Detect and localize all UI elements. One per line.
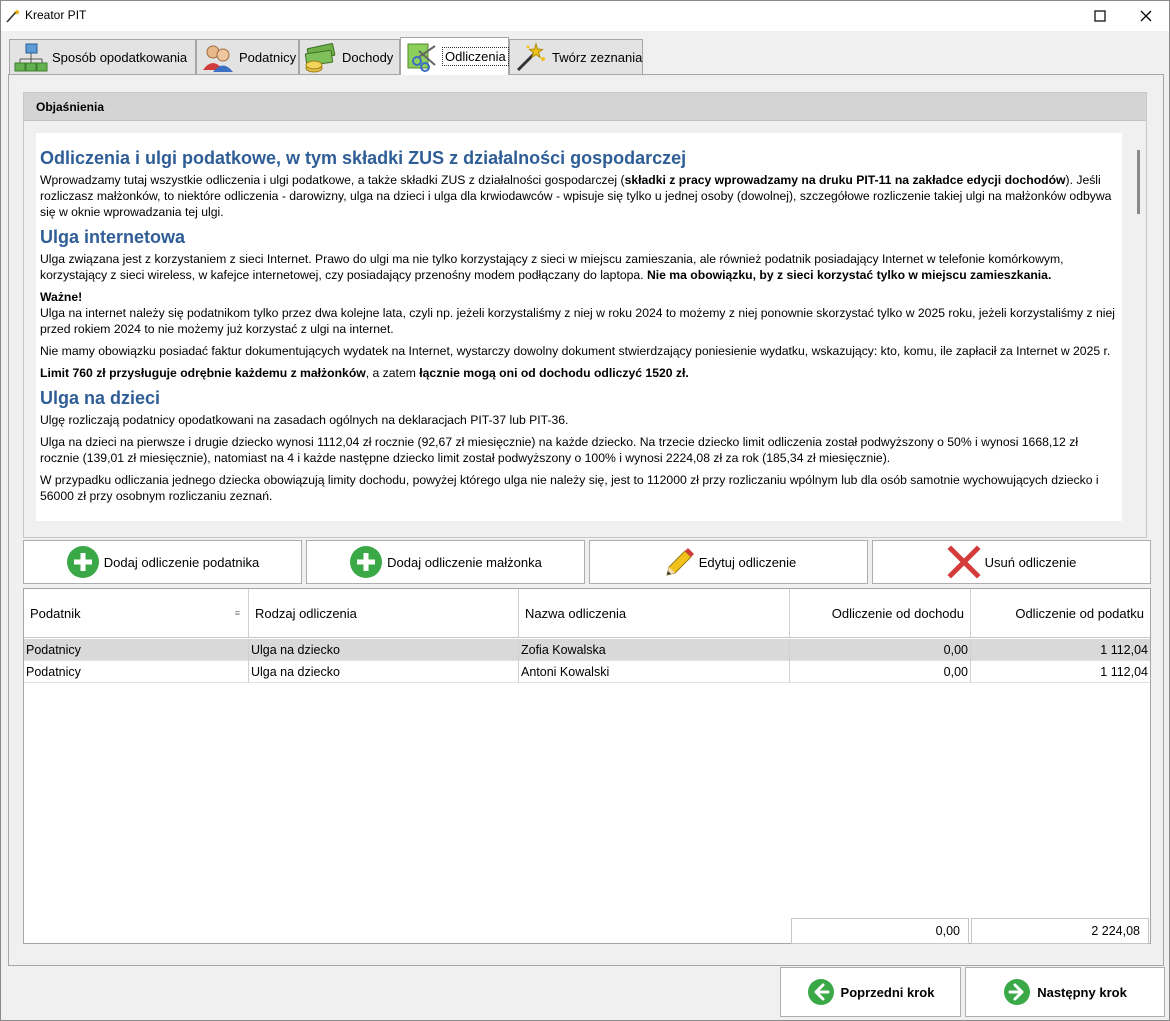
add-spouse-deduction-button[interactable]: Dodaj odliczenie małżonka xyxy=(306,540,585,584)
cell-tax: 1 112,04 xyxy=(1100,643,1148,657)
scissors-icon xyxy=(407,43,436,72)
table-header: Podatnik ≡ Rodzaj odliczenia Nazwa odlic… xyxy=(24,589,1150,638)
plus-icon xyxy=(66,546,99,578)
window-title: Kreator PIT xyxy=(25,8,87,22)
arrow-right-icon xyxy=(1004,979,1031,1005)
deductions-table: Podatnik ≡ Rodzaj odliczenia Nazwa odlic… xyxy=(23,588,1151,944)
pencil-icon xyxy=(666,548,694,576)
cell-income: 0,00 xyxy=(790,661,971,683)
cell-type: Ulga na dziecko xyxy=(249,661,519,683)
section-title: Ulga internetowa xyxy=(40,227,186,247)
magic-wand-icon xyxy=(516,41,545,71)
tab-label: Podatnicy xyxy=(239,50,297,65)
column-header-income[interactable]: Odliczenie od dochodu xyxy=(790,589,971,638)
paragraph: Wprowadzamy tutaj wszystkie odliczenia i… xyxy=(40,173,1112,219)
cell-type: Ulga na dziecko xyxy=(249,639,519,661)
maximize-icon xyxy=(1094,10,1106,22)
cell-taxpayer: Podatnicy xyxy=(24,639,249,661)
button-label: Edytuj odliczenie xyxy=(698,554,797,570)
column-header-name[interactable]: Nazwa odliczenia xyxy=(519,589,790,638)
explanations-box: Objaśnienia Odliczenia i ulgi podatkowe,… xyxy=(23,92,1147,538)
total-income: 0,00 xyxy=(791,918,969,944)
cell-name: Antoni Kowalski xyxy=(519,661,790,683)
button-label: Poprzedni krok xyxy=(840,984,935,1000)
next-step-button[interactable]: Następny krok xyxy=(965,967,1165,1017)
table-row[interactable]: Podatnicy Ulga na dziecko Antoni Kowalsk… xyxy=(24,661,1150,683)
tab-label: Sposób opodatkowania xyxy=(52,50,188,65)
paragraph: Ulga na internet należy się podatnikom t… xyxy=(40,306,1115,336)
users-icon xyxy=(203,45,233,72)
tab-create-returns[interactable]: Twórz zeznania xyxy=(509,39,643,75)
explanations-header: Objaśnienia xyxy=(24,93,1146,121)
close-icon xyxy=(1140,10,1152,22)
tab-label: Twórz zeznania xyxy=(552,50,643,65)
app-window: Kreator PIT Sposób opodatkowania Podatni… xyxy=(0,0,1170,1021)
button-label: Usuń odliczenie xyxy=(984,554,1077,570)
tab-deductions[interactable]: Odliczenia xyxy=(400,37,509,75)
paragraph: Nie mamy obowiązku posiadać faktur dokum… xyxy=(40,344,1111,358)
column-header-tax[interactable]: Odliczenie od podatku xyxy=(971,589,1150,638)
delete-deduction-button[interactable]: Usuń odliczenie xyxy=(872,540,1151,584)
previous-step-button[interactable]: Poprzedni krok xyxy=(780,967,961,1017)
money-icon xyxy=(304,42,336,72)
deductions-panel: Objaśnienia Odliczenia i ulgi podatkowe,… xyxy=(8,74,1164,966)
paragraph: Ulgę rozliczają podatnicy opodatkowani n… xyxy=(40,413,569,427)
section-title: Odliczenia i ulgi podatkowe, w tym skład… xyxy=(40,148,687,168)
tab-income[interactable]: Dochody xyxy=(299,39,400,75)
edit-deduction-button[interactable]: Edytuj odliczenie xyxy=(589,540,868,584)
paragraph: Ulga na dzieci na pierwsze i drugie dzie… xyxy=(40,435,1079,465)
plus-icon xyxy=(350,546,383,578)
explanations-scrollbar[interactable] xyxy=(1137,150,1140,214)
button-label: Dodaj odliczenie małżonka xyxy=(387,554,542,570)
cell-taxpayer: Podatnicy xyxy=(24,661,249,683)
paragraph: Limit 760 zł przysługuje odrębnie każdem… xyxy=(40,366,689,380)
arrow-left-icon xyxy=(807,979,834,1005)
maximize-button[interactable] xyxy=(1077,1,1123,31)
paragraph: W przypadku odliczania jednego dziecka o… xyxy=(40,473,1099,503)
network-icon xyxy=(14,43,48,71)
tab-label: Dochody xyxy=(342,50,394,65)
tab-tax-method[interactable]: Sposób opodatkowania xyxy=(9,39,196,75)
cell-tax: 1 112,04 xyxy=(1100,665,1148,679)
important-label: Ważne! xyxy=(40,290,83,304)
explanations-content[interactable]: Odliczenia i ulgi podatkowe, w tym skład… xyxy=(36,133,1122,521)
title-bar: Kreator PIT xyxy=(1,1,1169,31)
magic-wand-icon xyxy=(6,9,20,23)
sort-icon: ≡ xyxy=(234,608,240,618)
paragraph: Ulga związana jest z korzystaniem z siec… xyxy=(40,252,1064,282)
delete-x-icon xyxy=(947,545,981,579)
tab-label: Odliczenia xyxy=(442,47,509,66)
add-taxpayer-deduction-button[interactable]: Dodaj odliczenie podatnika xyxy=(23,540,302,584)
cell-income: 0,00 xyxy=(790,639,971,661)
action-buttons: Dodaj odliczenie podatnika Dodaj odlicze… xyxy=(23,540,1151,584)
column-header-type[interactable]: Rodzaj odliczenia xyxy=(249,589,519,638)
cell-name: Zofia Kowalska xyxy=(519,639,790,661)
total-tax: 2 224,08 xyxy=(971,918,1149,944)
close-button[interactable] xyxy=(1123,1,1169,31)
button-label: Dodaj odliczenie podatnika xyxy=(103,554,260,570)
section-title: Ulga na dzieci xyxy=(40,388,161,408)
tab-taxpayers[interactable]: Podatnicy xyxy=(196,39,299,75)
table-row[interactable]: Podatnicy Ulga na dziecko Zofia Kowalska… xyxy=(24,639,1150,661)
button-label: Następny krok xyxy=(1037,984,1127,1000)
column-header-taxpayer[interactable]: Podatnik ≡ xyxy=(24,589,249,638)
